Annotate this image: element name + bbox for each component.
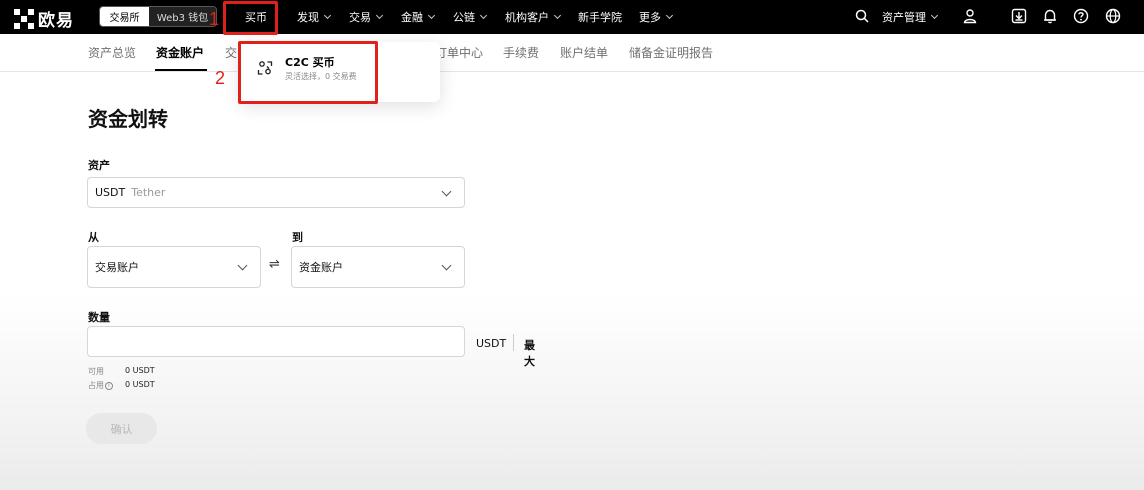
nav-label: 新手学院: [578, 11, 622, 24]
nav-label: 机构客户: [505, 11, 549, 24]
chevron-down-icon: [323, 11, 332, 20]
download-icon[interactable]: [1011, 8, 1027, 24]
to-account-select[interactable]: 资金账户: [291, 246, 465, 288]
occupied-value: 0 USDT: [125, 380, 155, 389]
mode-switch[interactable]: 交易所 Web3 钱包: [99, 6, 217, 27]
search-icon[interactable]: [854, 8, 870, 24]
chevron-down-icon: [665, 11, 674, 20]
to-account-value: 资金账户: [299, 261, 343, 274]
chevron-down-icon: [441, 186, 452, 197]
amount-input[interactable]: USDT 最大: [87, 326, 535, 368]
tab-funding-account[interactable]: 资金账户: [156, 44, 204, 61]
asset-full-name: Tether: [131, 186, 166, 199]
swap-accounts-icon[interactable]: ⇌: [269, 257, 280, 272]
annotation-number-2: 2: [215, 68, 226, 88]
chevron-down-icon: [553, 11, 562, 20]
chevron-down-icon: [441, 260, 452, 271]
tab-order-center[interactable]: 订单中心: [435, 44, 483, 61]
tab-asset-overview[interactable]: 资产总览: [88, 44, 136, 61]
nav-discover[interactable]: 发现: [297, 9, 332, 25]
nav-label: 资产管理: [882, 11, 926, 24]
tab-statements[interactable]: 账户结单: [560, 44, 608, 61]
annotation-box-1: [223, 1, 278, 35]
available-value: 0 USDT: [125, 366, 155, 375]
amount-unit: USDT: [476, 337, 507, 350]
amount-label: 数量: [88, 311, 110, 324]
mode-web3-wallet-tab[interactable]: Web3 钱包: [149, 7, 216, 26]
info-icon[interactable]: i: [105, 381, 113, 390]
globe-icon[interactable]: [1105, 8, 1121, 24]
nav-label: 公链: [453, 11, 475, 24]
from-account-value: 交易账户: [95, 261, 139, 274]
nav-academy[interactable]: 新手学院: [578, 9, 622, 25]
top-nav: 欧易 交易所 Web3 钱包 买币 发现 交易 金融 公链 机构客户 新手学院 …: [0, 0, 1144, 34]
okx-logo[interactable]: 欧易: [14, 6, 74, 31]
nav-asset-management[interactable]: 资产管理: [882, 9, 939, 25]
nav-more[interactable]: 更多: [639, 9, 674, 25]
nav-label: 发现: [297, 11, 319, 24]
from-account-select[interactable]: 交易账户: [87, 246, 261, 288]
asset-symbol: USDT: [95, 186, 126, 199]
nav-trade[interactable]: 交易: [349, 9, 384, 25]
chevron-down-icon: [427, 11, 436, 20]
nav-public-chain[interactable]: 公链: [453, 9, 488, 25]
nav-label: 交易: [349, 11, 371, 24]
chevron-down-icon: [930, 11, 939, 20]
chevron-down-icon: [375, 11, 384, 20]
help-icon[interactable]: [1073, 8, 1089, 24]
okx-logo-icon: [14, 8, 34, 29]
page-title: 资金划转: [88, 107, 168, 131]
bell-icon[interactable]: [1042, 8, 1058, 24]
account-sub-nav: 资产总览 资金账户 交 订单中心 手续费 账户结单 储备金证明报告: [0, 34, 1144, 72]
logo-text: 欧易: [38, 11, 74, 31]
amount-divider: [513, 334, 514, 351]
nav-finance[interactable]: 金融: [401, 9, 436, 25]
user-icon[interactable]: [962, 8, 978, 24]
nav-label: 更多: [639, 11, 661, 24]
available-label: 可用: [88, 367, 104, 376]
from-label: 从: [88, 231, 99, 244]
annotation-number-1: 1: [209, 9, 220, 29]
tab-fees[interactable]: 手续费: [503, 44, 539, 61]
to-label: 到: [292, 231, 303, 244]
active-tab-underline: [155, 69, 207, 71]
chevron-down-icon: [479, 11, 488, 20]
occupied-label-text: 占用: [88, 381, 104, 390]
asset-label: 资产: [88, 159, 110, 172]
confirm-button[interactable]: 确认: [86, 413, 157, 444]
max-button[interactable]: 最大: [524, 337, 535, 369]
tab-trading-account[interactable]: 交: [225, 44, 237, 61]
annotation-box-2: [238, 41, 378, 104]
asset-select[interactable]: USDT Tether: [87, 177, 465, 208]
mode-exchange-tab[interactable]: 交易所: [100, 7, 149, 26]
nav-institutional[interactable]: 机构客户: [505, 9, 562, 25]
nav-label: 金融: [401, 11, 423, 24]
occupied-label: 占用 i: [88, 380, 113, 391]
chevron-down-icon: [237, 260, 248, 271]
tab-proof-of-reserves[interactable]: 储备金证明报告: [629, 44, 713, 61]
